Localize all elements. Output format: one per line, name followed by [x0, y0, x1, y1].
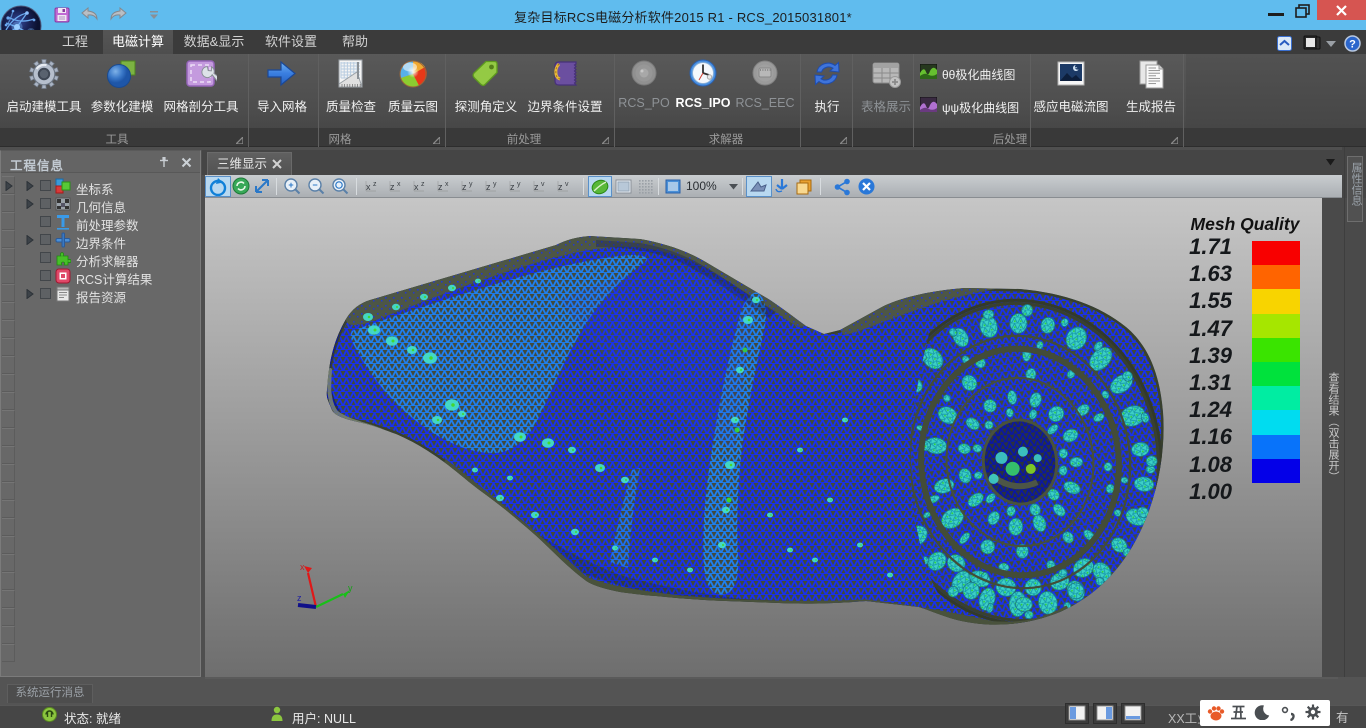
svg-text:z: z	[373, 181, 377, 188]
svg-text:z: z	[462, 182, 467, 192]
svg-text:x: x	[366, 182, 371, 192]
svg-text:x: x	[300, 562, 305, 572]
svg-text:z: z	[297, 593, 302, 603]
svg-text:z: z	[510, 182, 515, 192]
svg-text:y: y	[348, 583, 353, 593]
svg-text:z: z	[486, 182, 491, 192]
svg-text:x: x	[445, 181, 449, 188]
svg-text:x: x	[397, 181, 401, 188]
svg-text:z: z	[421, 181, 425, 188]
svg-text:z: z	[558, 182, 563, 192]
svg-text:v: v	[565, 181, 569, 188]
svg-text:c: c	[1074, 66, 1078, 73]
svg-text:−: −	[312, 180, 317, 190]
svg-text:z: z	[534, 182, 539, 192]
svg-text:+: +	[288, 180, 293, 190]
svg-text:z: z	[390, 182, 395, 192]
svg-text:x: x	[414, 182, 419, 192]
svg-text:?: ?	[1349, 39, 1356, 51]
svg-text:y: y	[493, 181, 497, 188]
svg-text:y: y	[517, 181, 521, 188]
svg-text:y: y	[469, 181, 473, 188]
svg-text:z: z	[438, 182, 443, 192]
svg-text:v: v	[541, 181, 545, 188]
